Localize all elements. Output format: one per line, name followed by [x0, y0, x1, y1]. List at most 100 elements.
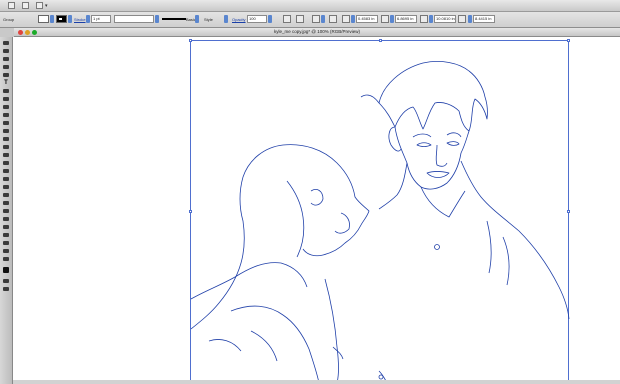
pencil-tool-icon[interactable]	[2, 112, 10, 118]
shirt-fold-1	[486, 220, 492, 274]
hair-strand	[360, 94, 380, 104]
rectangle-tool-icon[interactable]	[2, 96, 10, 102]
slice-tool-icon[interactable]	[2, 240, 10, 246]
woman-shoulder	[191, 262, 308, 300]
variable-width-field[interactable]	[114, 15, 154, 23]
perspective-grid-tool-icon[interactable]	[2, 176, 10, 182]
brush-preview	[162, 18, 186, 20]
x-stepper[interactable]	[351, 15, 355, 23]
style-label: Style	[204, 17, 213, 22]
traced-line-art[interactable]	[191, 41, 570, 383]
opacity-label[interactable]: Opacity	[232, 17, 246, 22]
hand-tool-icon[interactable]	[2, 248, 10, 254]
shirt-collar	[420, 186, 466, 218]
man-neck	[378, 162, 408, 210]
bridge-icon[interactable]	[22, 2, 29, 9]
constrain-proportions-icon[interactable]	[458, 15, 466, 23]
transform-dropdown[interactable]	[321, 15, 325, 23]
direct-selection-tool-icon[interactable]	[2, 48, 10, 54]
reference-point-icon[interactable]	[329, 15, 337, 23]
screen-mode-icon[interactable]	[2, 286, 10, 292]
hair-outline	[378, 61, 488, 132]
ear	[388, 126, 402, 152]
artboard[interactable]	[189, 39, 570, 383]
status-bar	[13, 380, 620, 384]
x-field[interactable]: 0.4583 in	[356, 15, 378, 23]
stroke-label[interactable]: Stroke	[74, 17, 86, 22]
face-outline	[394, 126, 470, 190]
type-tool-icon[interactable]: T	[2, 80, 10, 86]
artboard-tool-icon[interactable]	[2, 232, 10, 238]
column-graph-tool-icon[interactable]	[2, 224, 10, 230]
style-dropdown[interactable]	[224, 15, 228, 23]
woman-ear	[310, 189, 324, 206]
chevron-down-icon[interactable]: ▾	[45, 3, 48, 9]
align-icon[interactable]	[296, 15, 304, 23]
arm-detail-1	[250, 330, 278, 362]
fill-swatch[interactable]	[38, 15, 49, 23]
y-stepper[interactable]	[390, 15, 394, 23]
magic-wand-tool-icon[interactable]	[2, 56, 10, 62]
brush-dropdown[interactable]	[195, 15, 199, 23]
small-dot	[378, 374, 384, 380]
document-title-bar: kyle_me copy.jpg* @ 100% (RGB/Preview)	[14, 28, 620, 37]
lasso-tool-icon[interactable]	[2, 64, 10, 70]
opacity-field[interactable]: 100	[247, 15, 267, 23]
stroke-weight-field[interactable]: 1 pt	[91, 15, 111, 23]
man-collar-right	[460, 160, 570, 320]
w-label-icon	[420, 15, 428, 23]
paintbrush-tool-icon[interactable]	[2, 104, 10, 110]
width-field[interactable]: 10.0810 in	[434, 15, 456, 23]
blend-tool-icon[interactable]	[2, 208, 10, 214]
scale-tool-icon[interactable]	[2, 144, 10, 150]
gradient-tool-icon[interactable]	[2, 192, 10, 198]
rotate-tool-icon[interactable]	[2, 136, 10, 142]
opacity-dropdown[interactable]	[268, 15, 272, 23]
arm-detail-2	[208, 339, 242, 352]
selection-tool-icon[interactable]	[2, 40, 10, 46]
control-bar: Group Stroke 1 pt Basic Style Opacity 10…	[0, 12, 620, 28]
mouth	[426, 171, 450, 178]
stroke-swatch[interactable]	[56, 15, 67, 23]
pen-tool-icon[interactable]	[2, 72, 10, 78]
tools-panel: T	[0, 37, 13, 384]
free-transform-tool-icon[interactable]	[2, 160, 10, 166]
stroke-dropdown[interactable]	[68, 15, 72, 23]
y-label-icon	[381, 15, 389, 23]
shirt-fold-2	[502, 236, 510, 286]
eyebrow-left	[412, 133, 432, 138]
transform-icon[interactable]	[312, 15, 320, 23]
mesh-tool-icon[interactable]	[2, 184, 10, 190]
application-bar: ▾	[0, 0, 620, 12]
woman-arm	[230, 305, 320, 383]
eraser-tool-icon[interactable]	[2, 128, 10, 134]
fill-stroke-icon[interactable]	[2, 266, 10, 274]
eyedropper-tool-icon[interactable]	[2, 200, 10, 206]
width-tool-icon[interactable]	[2, 152, 10, 158]
x-label-icon	[342, 15, 350, 23]
woman-face-detail	[334, 212, 350, 234]
fill-dropdown[interactable]	[50, 15, 54, 23]
shape-builder-tool-icon[interactable]	[2, 168, 10, 174]
eye-right	[446, 141, 460, 146]
variable-width-dropdown[interactable]	[155, 15, 159, 23]
drawing-mode-icon[interactable]	[2, 278, 10, 284]
document-title: kyle_me copy.jpg* @ 100% (RGB/Preview)	[273, 29, 361, 34]
shirt-edge	[324, 278, 339, 383]
shirt-button	[434, 244, 440, 250]
recolor-artwork-icon[interactable]	[283, 15, 291, 23]
stroke-weight-stepper[interactable]	[86, 15, 90, 23]
arrange-documents-icon[interactable]	[36, 2, 43, 9]
y-field[interactable]: 6.8695 in	[395, 15, 417, 23]
zoom-tool-icon[interactable]	[2, 256, 10, 262]
w-stepper[interactable]	[429, 15, 433, 23]
h-stepper[interactable]	[468, 15, 472, 23]
ai-logo-icon	[8, 2, 15, 9]
line-tool-icon[interactable]	[2, 88, 10, 94]
symbol-sprayer-tool-icon[interactable]	[2, 216, 10, 222]
eye-left	[416, 142, 432, 147]
height-field[interactable]: 8.4415 in	[473, 15, 495, 23]
woman-head	[242, 144, 370, 257]
traced-paths	[191, 61, 570, 383]
blob-brush-tool-icon[interactable]	[2, 120, 10, 126]
